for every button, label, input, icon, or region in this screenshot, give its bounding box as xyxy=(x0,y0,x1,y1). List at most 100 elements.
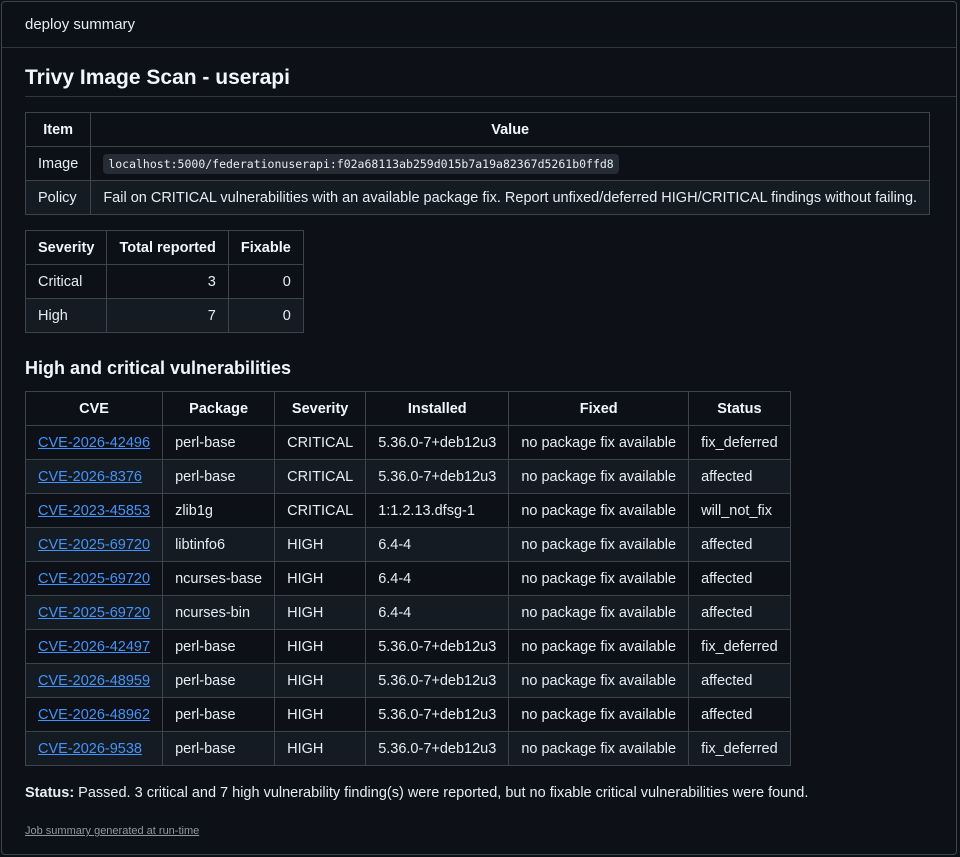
package-cell: zlib1g xyxy=(162,493,276,528)
vuln-header-installed: Installed xyxy=(365,391,510,426)
installed-cell: 5.36.0-7+deb12u3 xyxy=(365,697,510,732)
installed-cell: 6.4-4 xyxy=(365,561,510,596)
cve-link[interactable]: CVE-2025-69720 xyxy=(38,537,150,553)
status-cell: affected xyxy=(688,697,791,732)
severity-cell: CRITICAL xyxy=(274,425,367,460)
fixed-cell: no package fix available xyxy=(508,527,690,562)
page-title: Trivy Image Scan - userapi xyxy=(25,48,956,97)
status-cell: affected xyxy=(688,561,791,596)
severity-cell: Critical xyxy=(24,264,108,299)
package-cell: perl-base xyxy=(162,697,276,732)
info-row-policy: Policy Fail on CRITICAL vulnerabilities … xyxy=(24,180,931,215)
installed-cell: 5.36.0-7+deb12u3 xyxy=(365,459,510,494)
cve-link[interactable]: CVE-2025-69720 xyxy=(38,605,150,621)
severity-row: High 7 0 xyxy=(24,298,304,333)
cve-link[interactable]: CVE-2026-48962 xyxy=(38,707,150,723)
vuln-header-status: Status xyxy=(688,391,791,426)
info-header-item: Item xyxy=(24,112,92,147)
installed-cell: 5.36.0-7+deb12u3 xyxy=(365,663,510,698)
info-row-image: Image localhost:5000/federationuserapi:f… xyxy=(24,146,931,181)
cve-cell: CVE-2025-69720 xyxy=(24,561,164,596)
vuln-header-cve: CVE xyxy=(24,391,164,426)
installed-cell: 6.4-4 xyxy=(365,527,510,562)
severity-cell: HIGH xyxy=(274,697,367,732)
fixed-cell: no package fix available xyxy=(508,697,690,732)
vuln-header-fixed: Fixed xyxy=(508,391,690,426)
info-item-image: Image xyxy=(24,146,92,181)
fixed-cell: no package fix available xyxy=(508,663,690,698)
severity-cell: HIGH xyxy=(274,663,367,698)
info-header-value: Value xyxy=(90,112,931,147)
cve-cell: CVE-2023-45853 xyxy=(24,493,164,528)
status-cell: fix_deferred xyxy=(688,731,791,766)
fixable-cell: 0 xyxy=(227,264,304,299)
cve-link[interactable]: CVE-2026-42497 xyxy=(38,639,150,655)
table-row: CVE-2025-69720 ncurses-base HIGH 6.4-4 no pa… xyxy=(24,561,791,596)
package-cell: libtinfo6 xyxy=(162,527,276,562)
status-cell: affected xyxy=(688,527,791,562)
severity-cell: CRITICAL xyxy=(274,459,367,494)
fixed-cell: no package fix available xyxy=(508,629,690,664)
severity-cell: High xyxy=(24,298,108,333)
status-cell: fix_deferred xyxy=(688,629,791,664)
table-row: CVE-2026-42497 perl-base HIGH 5.36.0-7+deb1… xyxy=(24,629,791,664)
fixable-cell: 0 xyxy=(227,298,304,333)
table-row: CVE-2026-48959 perl-base HIGH 5.36.0-7+deb1… xyxy=(24,663,791,698)
fixed-cell: no package fix available xyxy=(508,459,690,494)
cve-link[interactable]: CVE-2025-69720 xyxy=(38,571,150,587)
status-text: Passed. 3 critical and 7 high vulnerabil… xyxy=(74,785,809,801)
info-table: Item Value Image localhost:5000/federati… xyxy=(24,112,931,215)
severity-row: Critical 3 0 xyxy=(24,264,304,299)
cve-cell: CVE-2025-69720 xyxy=(24,595,164,630)
table-row: CVE-2026-42496 perl-base CRITICAL 5.36.0-7+… xyxy=(24,425,791,460)
status-cell: will_not_fix xyxy=(688,493,791,528)
cve-cell: CVE-2026-42496 xyxy=(24,425,164,460)
cve-cell: CVE-2026-8376 xyxy=(24,459,164,494)
summary-content: Trivy Image Scan - userapi Item Value Im… xyxy=(2,48,956,837)
fixed-cell: no package fix available xyxy=(508,595,690,630)
cve-link[interactable]: CVE-2026-9538 xyxy=(38,741,142,757)
cve-cell: CVE-2026-48959 xyxy=(24,663,164,698)
vulnerabilities-table: CVE Package Severity Installed Fixed Sta… xyxy=(24,391,791,766)
cve-link[interactable]: CVE-2026-8376 xyxy=(38,469,142,485)
summary-header: deploy summary xyxy=(2,2,956,48)
info-value-policy: Fail on CRITICAL vulnerabilities with an… xyxy=(90,180,931,215)
status-line: Status: Passed. 3 critical and 7 high vu… xyxy=(25,785,956,801)
fixed-cell: no package fix available xyxy=(508,493,690,528)
fixed-cell: no package fix available xyxy=(508,561,690,596)
severity-cell: HIGH xyxy=(274,731,367,766)
cve-link[interactable]: CVE-2026-48959 xyxy=(38,673,150,689)
vulnerabilities-heading: High and critical vulnerabilities xyxy=(25,358,292,378)
severity-cell: HIGH xyxy=(274,527,367,562)
severity-cell: CRITICAL xyxy=(274,493,367,528)
table-row: CVE-2026-48962 perl-base HIGH 5.36.0-7+deb1… xyxy=(24,697,791,732)
fixed-cell: no package fix available xyxy=(508,731,690,766)
severity-header-severity: Severity xyxy=(24,230,108,265)
status-cell: affected xyxy=(688,663,791,698)
summary-panel: deploy summary Trivy Image Scan - userap… xyxy=(1,1,957,855)
table-row: CVE-2025-69720 libtinfo6 HIGH 6.4-4 no packa… xyxy=(24,527,791,562)
total-cell: 7 xyxy=(106,298,229,333)
cve-cell: CVE-2025-69720 xyxy=(24,527,164,562)
info-value-image: localhost:5000/federationuserapi:f02a681… xyxy=(90,146,931,181)
status-label: Status: xyxy=(25,785,75,801)
package-cell: ncurses-bin xyxy=(162,595,276,630)
cve-link[interactable]: CVE-2026-42496 xyxy=(38,435,150,451)
table-row: CVE-2025-69720 ncurses-bin HIGH 6.4-4 no pac… xyxy=(24,595,791,630)
image-ref-code: localhost:5000/federationuserapi:f02a681… xyxy=(103,153,619,174)
severity-cell: HIGH xyxy=(274,595,367,630)
cve-cell: CVE-2026-42497 xyxy=(24,629,164,664)
vuln-header-severity: Severity xyxy=(274,391,367,426)
cve-cell: CVE-2026-9538 xyxy=(24,731,164,766)
total-cell: 3 xyxy=(106,264,229,299)
installed-cell: 5.36.0-7+deb12u3 xyxy=(365,425,510,460)
severity-header-total: Total reported xyxy=(106,230,229,265)
summary-header-title: deploy summary xyxy=(25,16,136,33)
fixed-cell: no package fix available xyxy=(508,425,690,460)
table-row: CVE-2026-8376 perl-base CRITICAL 5.36.0-7+d… xyxy=(24,459,791,494)
job-summary-footer-link[interactable]: Job summary generated at run-time xyxy=(25,825,956,837)
installed-cell: 1:1.2.13.dfsg-1 xyxy=(365,493,510,528)
cve-link[interactable]: CVE-2023-45853 xyxy=(38,503,150,519)
package-cell: perl-base xyxy=(162,459,276,494)
status-cell: affected xyxy=(688,595,791,630)
